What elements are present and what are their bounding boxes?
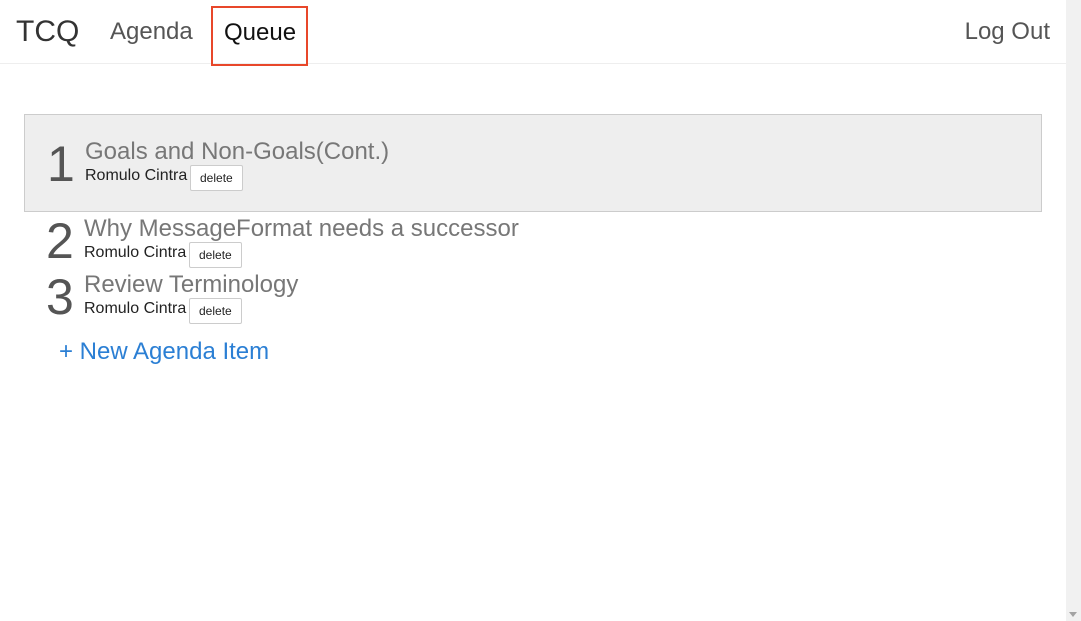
agenda-item-title: Goals and Non-Goals(Cont.) (85, 138, 390, 165)
agenda-item-number: 3 (46, 269, 74, 325)
agenda-item-owner: Romulo Cintra (84, 300, 187, 317)
agenda-item-title: Review Terminology (84, 271, 299, 298)
agenda-item-current[interactable]: 1 Goals and Non-Goals(Cont.) Romulo Cint… (24, 114, 1042, 212)
agenda-item-number: 1 (47, 136, 75, 192)
nav-agenda-link[interactable]: Agenda (110, 16, 193, 48)
logout-link[interactable]: Log Out (965, 16, 1050, 48)
vertical-scrollbar[interactable] (1066, 0, 1081, 621)
agenda-item[interactable]: 3 Review Terminology Romulo Cintra delet… (24, 270, 1042, 326)
agenda-item[interactable]: 2 Why MessageFormat needs a successor Ro… (24, 214, 1042, 270)
agenda-item-owner: Romulo Cintra (85, 167, 188, 184)
delete-button[interactable]: delete (190, 165, 243, 191)
agenda-item-title: Why MessageFormat needs a successor (84, 215, 519, 242)
scroll-down-arrow-icon[interactable] (1069, 612, 1077, 617)
delete-button[interactable]: delete (189, 242, 242, 268)
app-window: TCQ Agenda Queue Log Out 1 Goals and Non… (0, 0, 1066, 621)
agenda-item-number: 2 (46, 213, 74, 269)
top-navigation-bar: TCQ Agenda Queue Log Out (0, 0, 1066, 66)
nav-queue-link[interactable]: Queue (211, 6, 308, 66)
agenda-item-owner: Romulo Cintra (84, 244, 187, 261)
delete-button[interactable]: delete (189, 298, 242, 324)
new-agenda-item-link[interactable]: + New Agenda Item (59, 337, 269, 367)
brand-logo-text: TCQ (16, 15, 80, 48)
nav-queue-label: Queue (224, 19, 297, 46)
